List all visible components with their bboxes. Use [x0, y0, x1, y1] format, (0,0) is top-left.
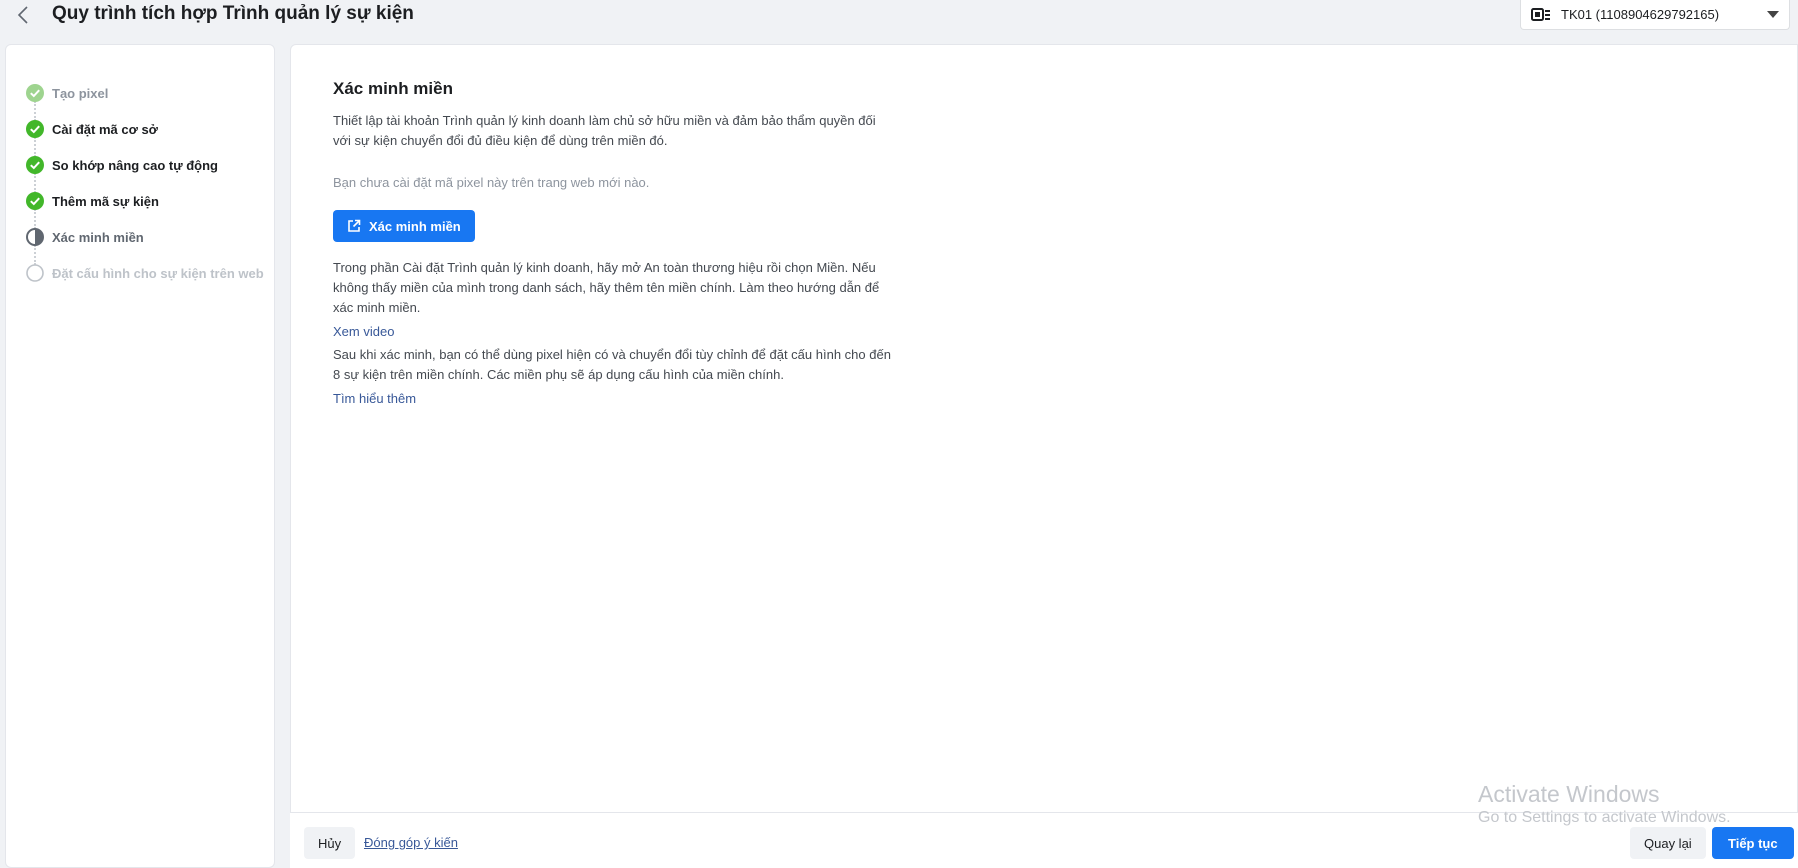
ad-account-icon — [1531, 7, 1550, 21]
step-connector — [34, 173, 36, 193]
check-circle-icon — [26, 156, 44, 174]
intro-text: Thiết lập tài khoản Trình quản lý kinh d… — [333, 113, 876, 148]
feedback-link[interactable]: Đóng góp ý kiến — [364, 835, 458, 850]
back-arrow-button[interactable] — [10, 2, 36, 28]
step-label: Tạo pixel — [52, 85, 109, 101]
step-verify-domain[interactable]: Xác minh miền — [26, 209, 264, 255]
step-label: Thêm mã sự kiện — [52, 193, 159, 209]
instructions-text: Trong phần Cài đặt Trình quản lý kinh do… — [333, 260, 880, 315]
steps-list: Tạo pixel Cài đặt mã cơ sở So khớp nâng … — [26, 75, 264, 291]
verify-domain-section: Xác minh miền Thiết lập tài khoản Trình … — [333, 79, 893, 406]
step-connector — [34, 209, 36, 229]
top-bar: Quy trình tích hợp Trình quản lý sự kiện… — [0, 0, 1798, 44]
step-connector — [34, 137, 36, 157]
step-label: Đặt cấu hình cho sự kiện trên web — [52, 265, 264, 281]
account-selector[interactable]: TK01 (1108904629792165) — [1520, 0, 1790, 30]
step-base-code[interactable]: Cài đặt mã cơ sở — [26, 101, 264, 147]
step-create-pixel[interactable]: Tạo pixel — [26, 75, 264, 111]
footer-bar: Hủy Đóng góp ý kiến Quay lại Tiếp tục — [290, 812, 1798, 868]
back-button[interactable]: Quay lại — [1630, 827, 1706, 859]
after-verify-text: Sau khi xác minh, bạn có thể dùng pixel … — [333, 347, 891, 382]
step-connector — [34, 245, 36, 265]
half-circle-icon — [26, 228, 44, 246]
verify-domain-button[interactable]: Xác minh miền — [333, 210, 475, 242]
step-label: So khớp nâng cao tự động — [52, 157, 218, 173]
step-advanced-matching[interactable]: So khớp nâng cao tự động — [26, 137, 264, 183]
check-circle-icon — [26, 84, 44, 102]
learn-more-link[interactable]: Tìm hiểu thêm — [333, 391, 893, 406]
step-event-code[interactable]: Thêm mã sự kiện — [26, 173, 264, 219]
check-circle-icon — [26, 192, 44, 210]
watch-video-link[interactable]: Xem video — [333, 324, 893, 339]
section-title: Xác minh miền — [333, 79, 453, 98]
chevron-left-icon — [17, 6, 28, 24]
continue-button[interactable]: Tiếp tục — [1712, 827, 1794, 859]
step-label: Xác minh miền — [52, 229, 144, 245]
account-label: TK01 (1108904629792165) — [1561, 7, 1720, 22]
empty-circle-icon — [26, 264, 44, 282]
steps-sidebar: Tạo pixel Cài đặt mã cơ sở So khớp nâng … — [5, 44, 275, 868]
pixel-hint-text: Bạn chưa cài đặt mã pixel này trên trang… — [333, 175, 650, 190]
step-connector — [34, 101, 36, 121]
check-circle-icon — [26, 120, 44, 138]
main-panel: Xác minh miền Thiết lập tài khoản Trình … — [290, 44, 1798, 868]
step-web-event-config[interactable]: Đặt cấu hình cho sự kiện trên web — [26, 245, 264, 291]
step-label: Cài đặt mã cơ sở — [52, 121, 158, 137]
page-title: Quy trình tích hợp Trình quản lý sự kiện — [52, 3, 414, 24]
cancel-button[interactable]: Hủy — [304, 827, 356, 859]
caret-down-icon — [1767, 11, 1779, 18]
verify-domain-label: Xác minh miền — [369, 218, 461, 234]
external-link-icon — [347, 219, 361, 233]
